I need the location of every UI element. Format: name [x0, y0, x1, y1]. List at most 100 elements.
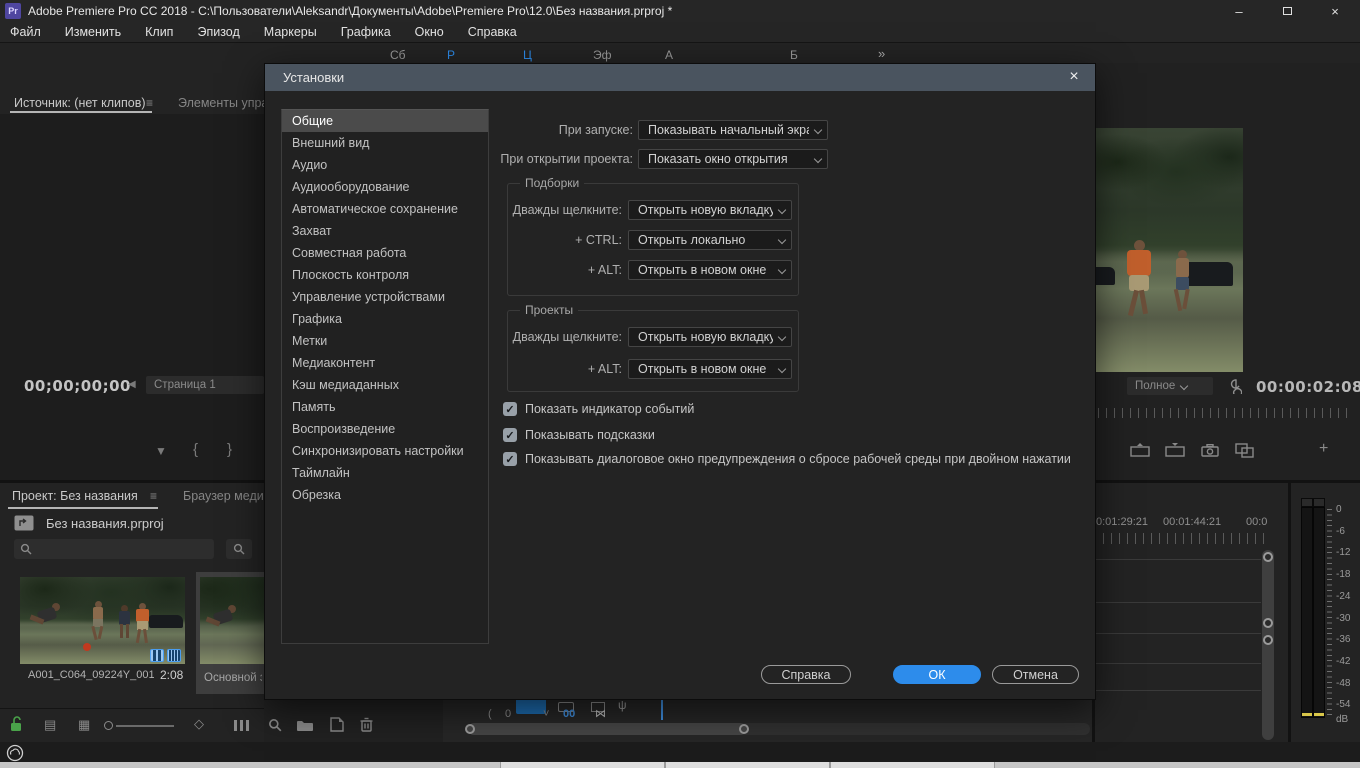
pref-category-auto-save[interactable]: Автоматическое сохранение — [282, 198, 488, 220]
menu-sequence[interactable]: Эпизод — [197, 25, 239, 39]
help-button[interactable]: Справка — [761, 665, 851, 684]
add-button-icon[interactable]: + — [1319, 440, 1328, 458]
comparison-view-icon[interactable] — [1235, 443, 1255, 458]
panel-menu-icon[interactable]: ≡ — [146, 96, 153, 110]
pref-category-timeline[interactable]: Таймлайн — [282, 462, 488, 484]
workspace-overflow-icon[interactable]: » — [878, 46, 885, 61]
panel-menu-icon[interactable]: ≡ — [150, 489, 157, 503]
pref-category-device-control[interactable]: Управление устройствами — [282, 286, 488, 308]
scrollbar-handle[interactable] — [739, 724, 749, 734]
playhead-line[interactable] — [661, 698, 663, 720]
meter-header-box[interactable] — [1313, 498, 1325, 507]
pref-category-capture[interactable]: Захват — [282, 220, 488, 242]
checkbox-checked-icon[interactable]: ✓ — [503, 402, 517, 416]
mark-in-icon[interactable]: { — [193, 441, 198, 458]
extract-icon[interactable] — [1165, 443, 1185, 457]
new-bin-icon[interactable] — [296, 719, 314, 732]
taskbar-item[interactable] — [665, 762, 830, 768]
windows-taskbar[interactable] — [0, 762, 1360, 768]
bins-ctrl-select[interactable]: Открыть локально — [628, 230, 792, 250]
writable-lock-icon[interactable] — [10, 716, 24, 732]
workspace-tab[interactable]: Ц — [523, 48, 532, 62]
dialog-close-icon[interactable]: × — [1063, 67, 1085, 87]
timeline-ruler[interactable] — [1095, 533, 1267, 544]
search-bin-button[interactable] — [226, 539, 252, 559]
meter-header-box[interactable] — [1301, 498, 1313, 507]
taskbar-item[interactable] — [500, 762, 665, 768]
icon-view-icon[interactable]: ▦ — [78, 717, 90, 733]
zoom-slider-track[interactable] — [116, 725, 174, 727]
menu-markers[interactable]: Маркеры — [264, 25, 317, 39]
scrollbar-handle[interactable] — [1263, 618, 1273, 628]
program-video-frame[interactable] — [1096, 128, 1243, 372]
timeline-mini-icon[interactable]: ( — [488, 708, 492, 720]
pref-category-media-cache[interactable]: Кэш медиаданных — [282, 374, 488, 396]
timeline-vscrollbar[interactable] — [1262, 550, 1274, 740]
timeline-active-tool[interactable] — [516, 698, 546, 714]
ok-button[interactable]: ОК — [893, 665, 981, 684]
cancel-button[interactable]: Отмена — [992, 665, 1079, 684]
workspace-tab[interactable]: Эф — [593, 48, 612, 62]
marker-icon[interactable]: ▼ — [155, 444, 167, 458]
lift-icon[interactable] — [1130, 443, 1150, 457]
pref-category-memory[interactable]: Память — [282, 396, 488, 418]
tab-project[interactable]: Проект: Без названия — [12, 489, 138, 503]
pref-category-playback[interactable]: Воспроизведение — [282, 418, 488, 440]
tab-media-browser[interactable]: Браузер медиадан — [183, 489, 264, 503]
page-selector[interactable]: Страница 1 — [146, 376, 264, 394]
bins-double-click-select[interactable]: Открыть новую вкладку — [628, 200, 792, 220]
tab-effect-controls[interactable]: Элементы управ — [178, 96, 264, 110]
back-arrow-icon[interactable]: ◀ — [128, 379, 136, 390]
workspace-tab[interactable]: Б — [790, 48, 798, 62]
export-frame-camera-icon[interactable] — [1201, 444, 1219, 457]
audio-track-badge-icon[interactable] — [167, 649, 181, 662]
menu-file[interactable]: Файл — [10, 25, 41, 39]
pref-category-graphics[interactable]: Графика — [282, 308, 488, 330]
menu-help[interactable]: Справка — [468, 25, 517, 39]
checkbox-checked-icon[interactable]: ✓ — [503, 452, 517, 466]
search-input[interactable] — [36, 540, 210, 558]
settings-wrench-icon[interactable] — [1226, 378, 1242, 394]
trash-icon[interactable] — [360, 717, 373, 732]
creative-cloud-icon[interactable] — [6, 744, 24, 762]
program-timecode[interactable]: 00:00:02:08 — [1256, 378, 1360, 396]
project-file-name[interactable]: Без названия.prproj — [46, 516, 164, 531]
scrollbar-handle[interactable] — [465, 724, 475, 734]
video-track-badge-icon[interactable] — [150, 649, 164, 662]
projects-alt-select[interactable]: Открыть в новом окне — [628, 359, 792, 379]
projects-double-click-select[interactable]: Открыть новую вкладку — [628, 327, 792, 347]
zoom-slider-handle[interactable] — [104, 721, 113, 730]
timeline-tool-icon[interactable]: ψ — [618, 698, 627, 712]
pref-category-audio-hardware[interactable]: Аудиооборудование — [282, 176, 488, 198]
find-icon[interactable] — [268, 718, 282, 732]
menu-clip[interactable]: Клип — [145, 25, 173, 39]
program-zoom-select[interactable]: Полное — [1127, 377, 1213, 395]
maximize-button[interactable] — [1270, 0, 1304, 22]
dialog-titlebar[interactable]: Установки × — [265, 64, 1095, 91]
tab-source[interactable]: Источник: (нет клипов) — [14, 96, 146, 110]
timeline-mini-icon[interactable]: 0 — [505, 708, 511, 720]
startup-select[interactable]: Показывать начальный экран — [638, 120, 828, 140]
menu-edit[interactable]: Изменить — [65, 25, 121, 39]
menu-graphics[interactable]: Графика — [341, 25, 391, 39]
list-view-icon[interactable]: ▤ — [44, 717, 56, 733]
source-timecode[interactable]: 00;00;00;00 — [24, 377, 131, 395]
pref-category-control-surface[interactable]: Плоскость контроля — [282, 264, 488, 286]
project-home-icon[interactable] — [14, 515, 34, 531]
workspace-tab[interactable]: Сб — [390, 48, 406, 62]
pref-category-trim[interactable]: Обрезка — [282, 484, 488, 506]
clip-name[interactable]: A001_C064_09224Y_001_ — [28, 669, 154, 681]
mark-out-icon[interactable]: } — [227, 441, 232, 458]
selected-bin-item[interactable]: Основной э — [196, 572, 264, 694]
taskbar-item[interactable] — [830, 762, 995, 768]
timeline-mini-icon[interactable]: 00 — [563, 708, 575, 720]
pref-category-media[interactable]: Медиаконтент — [282, 352, 488, 374]
timeline-mini-icon[interactable]: ⋈ — [595, 707, 606, 720]
timeline-hscrollbar-thumb[interactable] — [468, 723, 746, 735]
pref-category-sync-settings[interactable]: Синхронизировать настройки — [282, 440, 488, 462]
pref-category-collaboration[interactable]: Совместная работа — [282, 242, 488, 264]
minimize-button[interactable]: – — [1222, 0, 1256, 22]
open-project-select[interactable]: Показать окно открытия — [638, 149, 828, 169]
workspace-tab[interactable]: Р — [447, 48, 455, 62]
sort-icon[interactable]: ◇ — [194, 716, 204, 732]
